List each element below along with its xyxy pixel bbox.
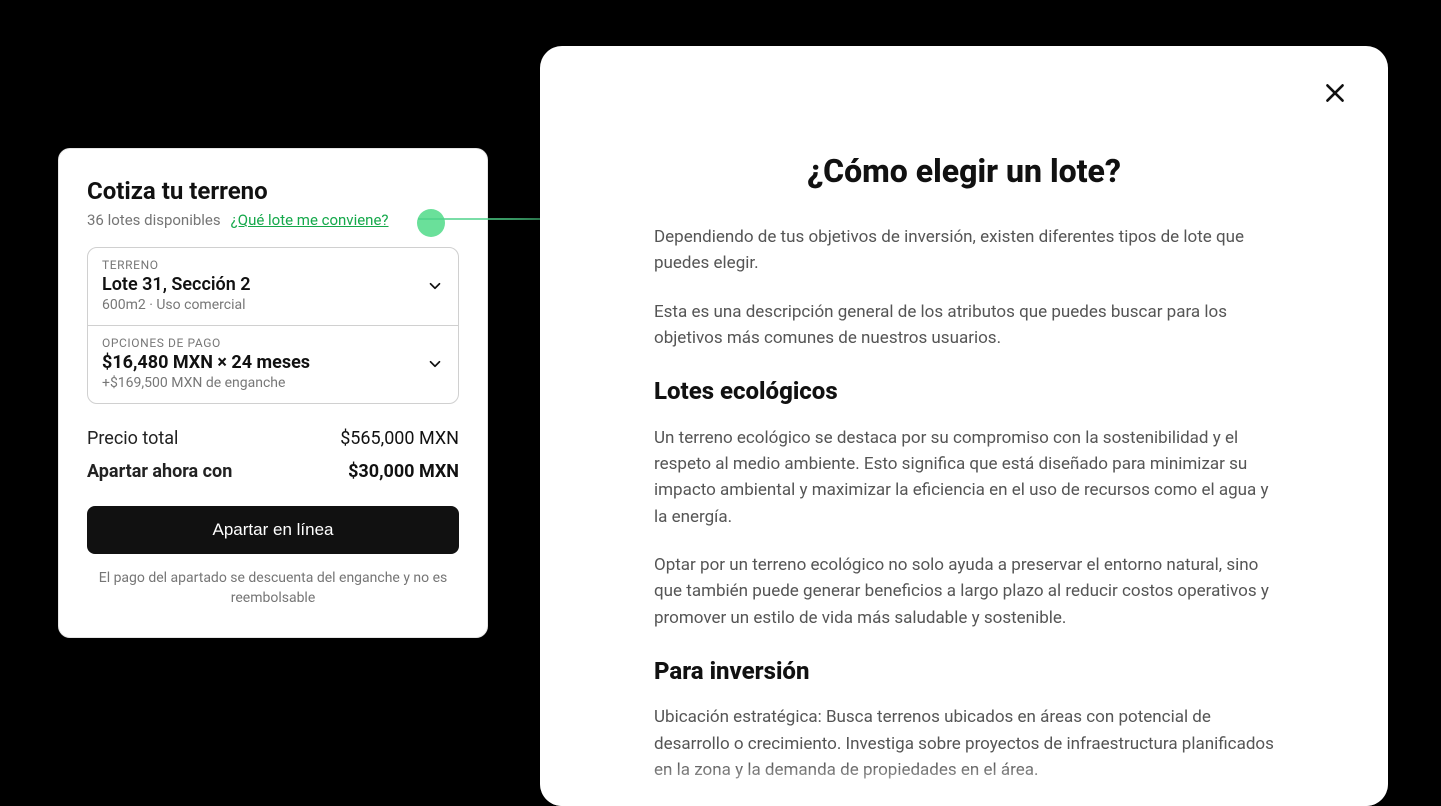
help-modal: ¿Cómo elegir un lote? Dependiendo de tus… [540,46,1388,806]
terrain-sub: 600m2 · Uso comercial [102,297,251,313]
reserve-label: Apartar ahora con [87,461,232,482]
disclaimer-text: El pago del apartado se descuenta del en… [87,568,459,609]
help-link[interactable]: ¿Qué lote me conviene? [231,211,389,229]
invest-paragraph-1: Ubicación estratégica: Busca terrenos ub… [654,704,1274,783]
card-title: Cotiza tu terreno [87,177,459,205]
payment-sub: +$169,500 MXN de enganche [102,375,310,391]
reserve-button[interactable]: Apartar en línea [87,506,459,554]
reserve-value: $30,000 MXN [348,461,459,482]
total-row-reserve: Apartar ahora con $30,000 MXN [87,461,459,482]
terrain-label: TERRENO [102,258,251,272]
chevron-down-icon [426,277,444,295]
terrain-value: Lote 31, Sección 2 [102,274,251,295]
payment-label: OPCIONES DE PAGO [102,336,310,350]
invest-heading: Para inversión [654,653,1274,690]
chevron-down-icon [426,355,444,373]
total-row-price: Precio total $565,000 MXN [87,428,459,449]
eco-paragraph-2: Optar por un terreno ecológico no solo a… [654,552,1274,631]
close-icon[interactable] [1322,80,1348,106]
modal-intro-1: Dependiendo de tus objetivos de inversió… [654,224,1274,277]
modal-intro-2: Esta es una descripción general de los a… [654,299,1274,352]
quote-card: Cotiza tu terreno 36 lotes disponibles ¿… [58,148,488,638]
total-price-value: $565,000 MXN [340,428,459,449]
totals: Precio total $565,000 MXN Apartar ahora … [87,428,459,482]
modal-title: ¿Cómo elegir un lote? [600,152,1328,190]
modal-body: Dependiendo de tus objetivos de inversió… [654,224,1274,806]
payment-select[interactable]: OPCIONES DE PAGO $16,480 MXN × 24 meses … [88,325,458,403]
card-subrow: 36 lotes disponibles ¿Qué lote me convie… [87,211,459,229]
payment-value: $16,480 MXN × 24 meses [102,352,310,373]
eco-heading: Lotes ecológicos [654,373,1274,410]
terrain-select[interactable]: TERRENO Lote 31, Sección 2 600m2 · Uso c… [88,248,458,325]
available-count: 36 lotes disponibles [87,211,221,229]
field-group: TERRENO Lote 31, Sección 2 600m2 · Uso c… [87,247,459,404]
total-price-label: Precio total [87,428,178,449]
help-link-highlight-dot [417,209,445,237]
eco-paragraph-1: Un terreno ecológico se destaca por su c… [654,425,1274,530]
